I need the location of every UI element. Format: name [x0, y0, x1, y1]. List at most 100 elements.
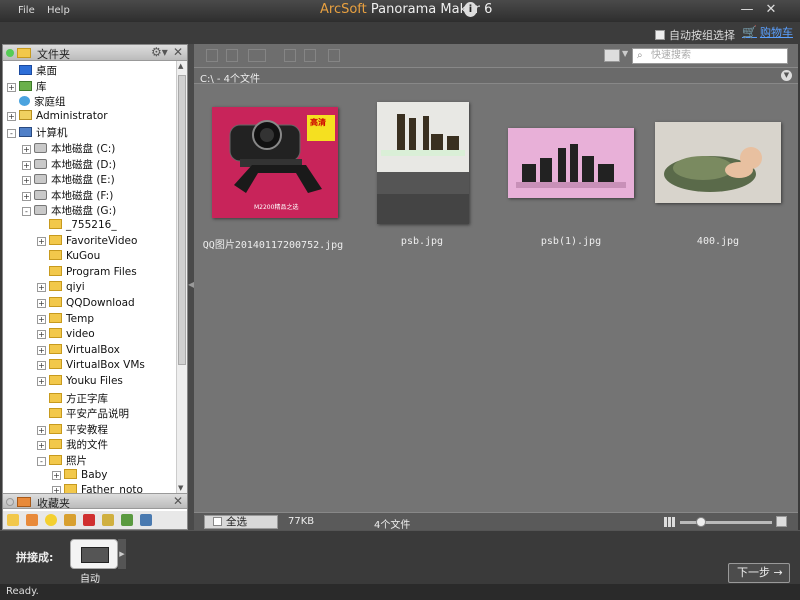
select-all-button[interactable]: 全选: [204, 515, 278, 529]
rotate-right-icon[interactable]: [226, 49, 238, 62]
expand-icon[interactable]: +: [37, 377, 46, 386]
cart-link[interactable]: 🛒 购物车: [742, 24, 793, 40]
thumbnail-baby[interactable]: [655, 122, 781, 203]
menu-file[interactable]: File: [18, 5, 35, 16]
collapse-icon[interactable]: -: [37, 457, 46, 466]
tree-item[interactable]: + Administrator: [7, 109, 108, 125]
tree-item[interactable]: Program Files: [37, 265, 137, 281]
minimize-button[interactable]: —: [738, 1, 756, 19]
expand-icon[interactable]: +: [37, 361, 46, 371]
price-icon[interactable]: [102, 514, 114, 526]
tree-item[interactable]: 平安产品说明: [37, 406, 129, 421]
tree-item[interactable]: + 我的文件: [37, 437, 108, 452]
tree-item[interactable]: 桌面: [7, 63, 57, 78]
collapse-icon[interactable]: -: [22, 207, 31, 217]
tree-item[interactable]: + 本地磁盘 (D:): [22, 157, 116, 172]
tree-item[interactable]: + 本地磁盘 (C:): [22, 141, 115, 156]
expand-icon[interactable]: +: [22, 176, 31, 186]
close-icon[interactable]: ✕: [173, 45, 183, 59]
tree-item[interactable]: + 本地磁盘 (E:): [22, 172, 115, 187]
tree-item[interactable]: - 本地磁盘 (G:): [22, 203, 116, 218]
tree-item[interactable]: 家庭组: [7, 94, 66, 109]
rotate-left-icon[interactable]: [206, 49, 218, 62]
auto-group-checkbox[interactable]: [655, 30, 665, 40]
file-name[interactable]: QQ图片20140117200752.jpg: [193, 236, 353, 251]
menu-help[interactable]: Help: [47, 5, 70, 16]
expand-icon[interactable]: +: [37, 236, 46, 246]
tree-item[interactable]: + VirtualBox: [37, 343, 120, 359]
open-with-icon[interactable]: [248, 49, 266, 62]
tree-item[interactable]: 方正字库: [37, 391, 108, 406]
thumbnail-cosmetics[interactable]: [377, 102, 469, 224]
auto-stitch-button[interactable]: [70, 539, 118, 569]
sync-icon[interactable]: [121, 514, 133, 526]
chevron-right-icon[interactable]: ▶: [118, 539, 126, 569]
tree-item[interactable]: + QQDownload: [37, 297, 135, 312]
large-thumbnails-icon[interactable]: [776, 516, 787, 527]
thumbnail-size-slider[interactable]: [680, 517, 772, 527]
expand-icon[interactable]: +: [37, 441, 46, 451]
close-icon[interactable]: ✕: [173, 494, 183, 508]
chevron-down-icon[interactable]: ▼: [781, 70, 792, 81]
slider-knob[interactable]: [696, 517, 706, 527]
tree-item[interactable]: + 平安教程: [37, 422, 108, 437]
select-all-checkbox[interactable]: [213, 517, 222, 526]
expand-icon[interactable]: +: [37, 425, 46, 435]
lock-icon[interactable]: [304, 49, 316, 62]
expand-icon[interactable]: +: [52, 486, 61, 493]
scroll-down-icon[interactable]: ▼: [178, 484, 183, 492]
info-icon[interactable]: i: [464, 2, 477, 17]
tree-item[interactable]: + Youku Files: [37, 375, 123, 390]
expand-icon[interactable]: +: [22, 191, 31, 201]
tree-scrollbar[interactable]: ▲ ▼: [176, 61, 187, 493]
file-name[interactable]: psb.jpg: [342, 236, 502, 247]
delete-icon[interactable]: [328, 49, 340, 62]
expand-icon[interactable]: +: [37, 299, 46, 308]
scroll-thumb[interactable]: [178, 75, 186, 365]
tree-item[interactable]: + video: [37, 328, 95, 343]
expand-icon[interactable]: +: [7, 111, 16, 121]
expand-icon[interactable]: +: [37, 283, 46, 293]
tree-item[interactable]: + Father_noto: [52, 484, 143, 493]
collapse-icon[interactable]: -: [7, 129, 16, 139]
tree-item[interactable]: - 计算机: [7, 125, 68, 140]
small-thumbnails-icon[interactable]: [664, 517, 676, 527]
thumbnail-cosmetics-set[interactable]: [508, 128, 634, 198]
tree-item[interactable]: + qiyi: [37, 281, 85, 296]
favorite-folder-icon[interactable]: [26, 514, 38, 526]
tree-item[interactable]: - 照片: [37, 453, 87, 468]
auto-group-select[interactable]: 自动按组选择: [655, 27, 735, 43]
scroll-up-icon[interactable]: ▲: [178, 62, 183, 70]
tree-item[interactable]: + Temp: [37, 312, 94, 328]
tree-item[interactable]: + VirtualBox VMs: [37, 359, 145, 374]
file-name[interactable]: 400.jpg: [638, 236, 798, 247]
folder-icon[interactable]: [7, 514, 19, 526]
next-button[interactable]: 下一步 →: [728, 563, 790, 583]
expand-icon[interactable]: +: [7, 82, 16, 92]
tree-item[interactable]: KuGou: [37, 250, 100, 265]
chevron-down-icon[interactable]: ▼: [622, 49, 628, 58]
flag-icon[interactable]: [83, 514, 95, 526]
tree-item[interactable]: + 库: [7, 79, 47, 94]
expand-icon[interactable]: +: [37, 345, 46, 355]
panel-toggle-icon[interactable]: [6, 498, 14, 506]
expand-icon[interactable]: +: [37, 314, 46, 324]
gear-icon[interactable]: ⚙▾: [151, 45, 168, 59]
search-input[interactable]: ⌕ 快速搜索: [632, 48, 788, 64]
tree-item[interactable]: + FavoriteVideo: [37, 234, 137, 250]
expand-icon[interactable]: +: [22, 160, 31, 170]
grid-icon[interactable]: [140, 514, 152, 526]
tree-item[interactable]: _755216_: [37, 219, 117, 234]
thumbnail-webcam[interactable]: 高清 M2200精品之选: [212, 107, 338, 218]
view-mode-icon[interactable]: [604, 49, 620, 62]
panel-toggle-icon[interactable]: [6, 49, 14, 57]
star-icon[interactable]: [45, 514, 57, 526]
expand-icon[interactable]: +: [22, 145, 31, 154]
tree-item[interactable]: + 本地磁盘 (F:): [22, 188, 113, 203]
expand-icon[interactable]: +: [37, 330, 46, 340]
lock-icon[interactable]: [64, 514, 76, 526]
close-button[interactable]: ✕: [762, 1, 780, 19]
expand-icon[interactable]: +: [52, 470, 61, 480]
favorite-star-icon[interactable]: [284, 49, 296, 62]
file-name[interactable]: psb(1).jpg: [491, 236, 651, 247]
